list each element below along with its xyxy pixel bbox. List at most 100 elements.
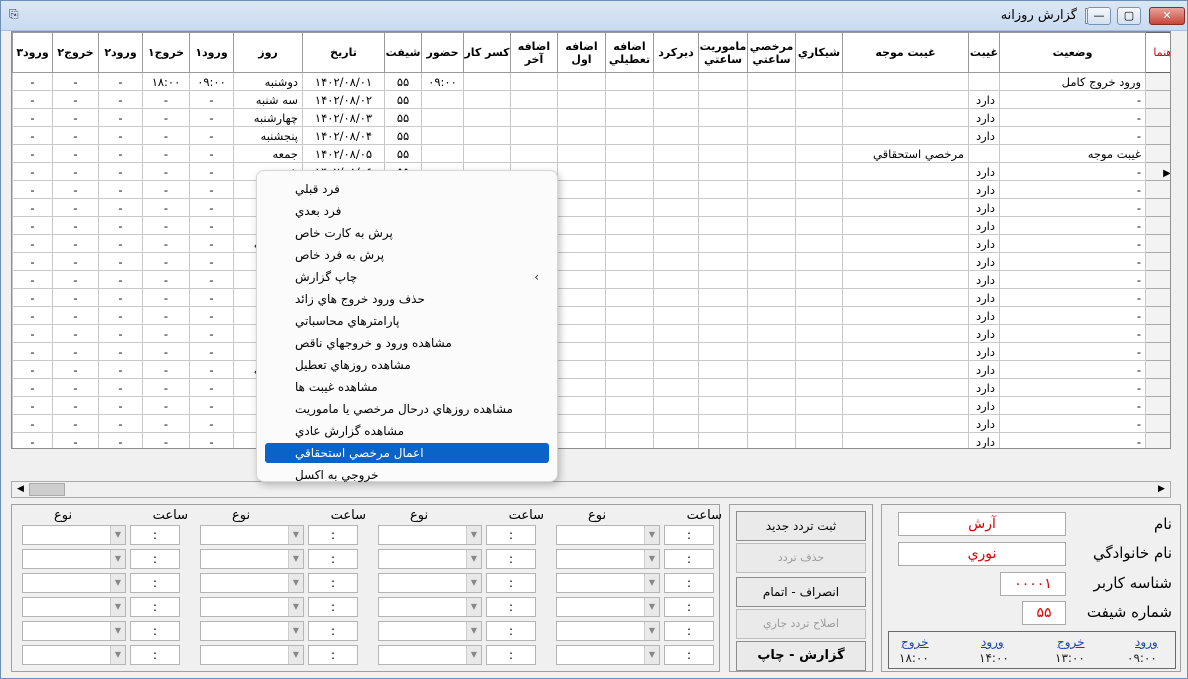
entry-type-select[interactable]: ▼ <box>556 525 660 545</box>
date-cell[interactable]: ١۴٠٢/٠٨/٠۵ <box>302 144 385 163</box>
entry-time-field[interactable]: : <box>486 597 536 617</box>
close-button[interactable]: ✕ <box>1149 7 1185 25</box>
entry3-cell[interactable]: - <box>12 90 53 109</box>
table-row[interactable]: -----شنبه١۴٠٢/٠٨/٠۶۵۵دارد-▶ <box>12 162 1170 181</box>
entry2-cell[interactable]: - <box>98 324 143 343</box>
hourly-leave-cell[interactable] <box>747 396 796 415</box>
overtime-holiday-cell[interactable] <box>605 252 654 271</box>
absence-cell[interactable]: دارد <box>968 360 1000 379</box>
exit1-cell[interactable]: - <box>142 180 190 199</box>
entry-type-select[interactable]: ▼ <box>556 597 660 617</box>
delay-cell[interactable] <box>653 414 699 433</box>
row-header[interactable] <box>1145 252 1170 271</box>
table-row[interactable]: -----جمعه١۴٠٢/٠٨/١٢۵۵دارد- <box>12 270 1170 289</box>
delay-cell[interactable] <box>653 252 699 271</box>
chevron-down-icon[interactable]: ▼ <box>644 622 659 640</box>
shortfall-cell[interactable] <box>463 90 511 109</box>
entry-type-select[interactable]: ▼ <box>378 621 482 641</box>
column-header-presence[interactable]: حضور <box>421 32 464 73</box>
entry-type-select[interactable]: ▼ <box>22 573 126 593</box>
excused-absence-cell[interactable] <box>842 414 969 433</box>
hunting-cell[interactable] <box>795 324 843 343</box>
entry3-cell[interactable]: - <box>12 162 53 181</box>
delay-cell[interactable] <box>653 396 699 415</box>
delay-cell[interactable] <box>653 72 699 91</box>
entry1-cell[interactable]: - <box>189 414 234 433</box>
overtime-holiday-cell[interactable] <box>605 396 654 415</box>
entry2-cell[interactable]: - <box>98 72 143 91</box>
delay-cell[interactable] <box>653 270 699 289</box>
chevron-down-icon[interactable]: ▼ <box>466 550 481 568</box>
chevron-down-icon[interactable]: ▼ <box>644 598 659 616</box>
presence-cell[interactable] <box>421 144 464 163</box>
exit1-cell[interactable]: - <box>142 90 190 109</box>
exit2-cell[interactable]: - <box>52 270 99 289</box>
absence-cell[interactable]: دارد <box>968 342 1000 361</box>
hourly-mission-cell[interactable] <box>698 432 748 448</box>
hunting-cell[interactable] <box>795 234 843 253</box>
entry3-cell[interactable]: - <box>12 252 53 271</box>
entry2-cell[interactable]: - <box>98 360 143 379</box>
entry2-cell[interactable]: - <box>98 216 143 235</box>
entry1-cell[interactable]: - <box>189 432 234 448</box>
overtime-late-cell[interactable] <box>510 126 558 145</box>
date-cell[interactable]: ١۴٠٢/٠٨/٠١ <box>302 72 385 91</box>
fix-entry-button[interactable]: اصلاح تردد جاري <box>736 609 866 639</box>
status-cell[interactable]: - <box>999 234 1146 253</box>
chevron-down-icon[interactable]: ▼ <box>110 598 125 616</box>
context-menu-item[interactable]: مشاهده ورود و خروجهاي ناقص <box>265 333 549 353</box>
chevron-down-icon[interactable]: ▼ <box>110 622 125 640</box>
excused-absence-cell[interactable]: مرخصي استحقاقي <box>842 144 969 163</box>
absence-cell[interactable]: دارد <box>968 324 1000 343</box>
overtime-early-cell[interactable] <box>557 234 606 253</box>
overtime-early-cell[interactable] <box>557 144 606 163</box>
hourly-leave-cell[interactable] <box>747 324 796 343</box>
entry2-cell[interactable]: - <box>98 414 143 433</box>
exit1-cell[interactable]: - <box>142 378 190 397</box>
entry-time-field[interactable]: : <box>486 525 536 545</box>
hunting-cell[interactable] <box>795 198 843 217</box>
entry1-cell[interactable]: - <box>189 342 234 361</box>
column-header-delay[interactable]: ديركرد <box>653 32 699 73</box>
delay-cell[interactable] <box>653 126 699 145</box>
entry1-cell[interactable]: - <box>189 126 234 145</box>
entry-type-select[interactable]: ▼ <box>200 621 304 641</box>
column-header-entry2[interactable]: ورود٢ <box>98 32 143 73</box>
column-header-overtime-holiday[interactable]: اضافه تعطيلي <box>605 32 654 73</box>
entry3-cell[interactable]: - <box>12 342 53 361</box>
hourly-mission-cell[interactable] <box>698 144 748 163</box>
excused-absence-cell[interactable] <box>842 216 969 235</box>
entry-type-select[interactable]: ▼ <box>556 549 660 569</box>
column-header-status[interactable]: وضعيت <box>999 32 1146 73</box>
exit1-cell[interactable]: - <box>142 162 190 181</box>
date-cell[interactable]: ١۴٠٢/٠٨/٠٣ <box>302 108 385 127</box>
hourly-mission-cell[interactable] <box>698 378 748 397</box>
excused-absence-cell[interactable] <box>842 234 969 253</box>
status-cell[interactable]: - <box>999 180 1146 199</box>
overtime-holiday-cell[interactable] <box>605 360 654 379</box>
entry1-cell[interactable]: - <box>189 324 234 343</box>
entry1-cell[interactable]: - <box>189 306 234 325</box>
entry-time-field[interactable]: : <box>308 645 358 665</box>
entry1-cell[interactable]: - <box>189 234 234 253</box>
hourly-leave-cell[interactable] <box>747 144 796 163</box>
column-header-day[interactable]: روز <box>233 32 303 73</box>
table-row[interactable]: - - - - - پنجشنبه ١۴٠٢/٠٨/٠۴ ۵۵ دارد - <box>12 126 1170 145</box>
column-header-date[interactable]: تاريخ <box>302 32 385 73</box>
shortfall-cell[interactable] <box>463 72 511 91</box>
hourly-mission-cell[interactable] <box>698 162 748 181</box>
entry-type-select[interactable]: ▼ <box>556 573 660 593</box>
overtime-early-cell[interactable] <box>557 252 606 271</box>
excused-absence-cell[interactable] <box>842 288 969 307</box>
hourly-leave-cell[interactable] <box>747 288 796 307</box>
entry1-cell[interactable]: - <box>189 216 234 235</box>
table-row[interactable]: - - - - - چهارشنبه ١۴٠٢/٠٨/٠٣ ۵۵ دارد - <box>12 108 1170 127</box>
entry1-cell[interactable]: - <box>189 144 234 163</box>
hunting-cell[interactable] <box>795 180 843 199</box>
row-header[interactable] <box>1145 396 1170 415</box>
overtime-early-cell[interactable] <box>557 270 606 289</box>
chevron-down-icon[interactable]: ▼ <box>644 574 659 592</box>
scroll-thumb[interactable] <box>29 483 65 496</box>
table-row[interactable]: -----چهارشنبه١۴٠٢/٠٨/١٧۵۵دارد- <box>12 360 1170 379</box>
day-cell[interactable]: چهارشنبه <box>233 108 303 127</box>
